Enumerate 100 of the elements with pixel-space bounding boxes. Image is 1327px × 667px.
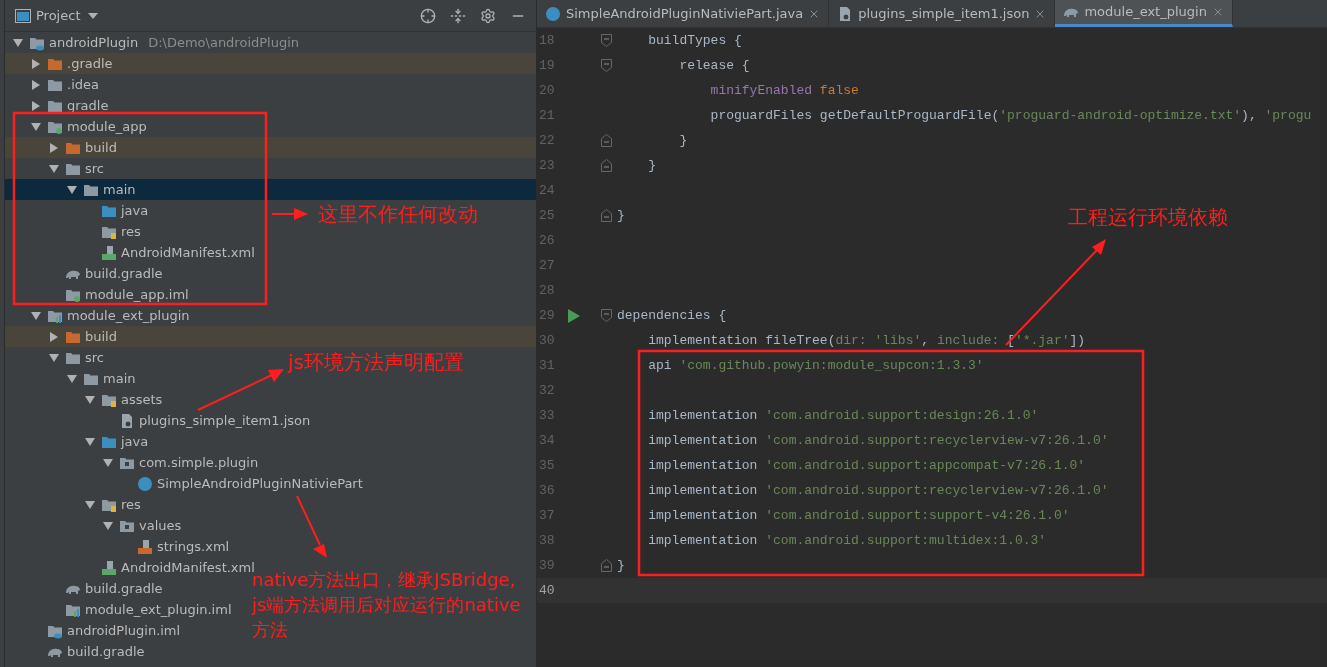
collapse-arrow-icon[interactable] [31,58,41,69]
line-number: 39 [538,556,556,575]
tree-item-label: values [139,516,182,535]
tree-item[interactable]: androidPlugin.iml [45,620,181,641]
tree-item[interactable]: build.gradle [63,578,163,599]
line-number: 18 [538,31,556,50]
line-number: 33 [538,406,556,425]
expand-arrow-icon[interactable] [103,457,113,468]
fold-marker-icon[interactable] [601,34,612,47]
line-number: 27 [538,256,556,275]
tree-item[interactable]: plugins_simple_item1.json [117,410,311,431]
manifest-file-icon [101,244,117,261]
tree-item[interactable]: values [117,515,182,536]
line-number: 37 [538,506,556,525]
tree-item[interactable]: .gradle [45,53,113,74]
tree-item[interactable]: res [99,494,141,515]
tree-item-label: res [121,222,141,241]
tree-item[interactable]: build [63,137,117,158]
line-number: 29 [538,306,556,325]
expand-arrow-icon[interactable] [49,163,59,174]
fold-marker-icon[interactable] [601,159,612,172]
expand-arrow-icon[interactable] [67,373,77,384]
tree-item-label: java [121,201,149,220]
tree-item[interactable]: gradle [45,95,109,116]
tree-item[interactable]: java [99,431,149,452]
line-number: 34 [538,431,556,450]
tree-item-label: module_ext_plugin.iml [85,600,232,619]
collapse-arrow-icon[interactable] [31,79,41,90]
expand-arrow-icon[interactable] [85,499,95,510]
tree-item-label: AndroidManifest.xml [121,243,255,262]
collapse-all-icon[interactable] [450,7,466,24]
line-number: 26 [538,231,556,250]
line-number: 40 [538,581,556,600]
fold-marker-icon[interactable] [601,209,612,222]
code-line: release { [678,56,750,75]
tree-item[interactable]: main [81,179,136,200]
fold-marker-icon[interactable] [601,134,612,147]
tree-item[interactable]: module_app [45,116,147,137]
tree-item[interactable]: src [63,347,104,368]
tree-item[interactable]: com.simple.plugin [117,452,259,473]
tree-item[interactable]: module_ext_plugin [45,305,190,326]
line-number: 38 [538,531,556,550]
expand-arrow-icon[interactable] [85,394,95,405]
expand-arrow-icon[interactable] [85,436,95,447]
tree-item[interactable]: build.gradle [63,263,163,284]
collapse-arrow-icon[interactable] [49,142,59,153]
tree-item[interactable]: module_app.iml [63,284,189,305]
code-line: implementation 'com.android.support:design:26.1.0' [647,406,1039,425]
line-number: 35 [538,456,556,475]
tree-item[interactable]: build.gradle [45,641,145,662]
collapse-arrow-icon[interactable] [31,100,41,111]
expand-arrow-icon[interactable] [67,184,77,195]
tree-item-label: AndroidManifest.xml [121,558,255,575]
code-line: buildTypes { [647,31,742,50]
window-icon [15,8,31,23]
tree-item[interactable]: AndroidManifest.xml [99,242,255,263]
tree-item[interactable]: res [99,221,141,242]
tree-item[interactable]: androidPlugin D:\Demo\androidPlugin [27,32,300,53]
tree-item[interactable]: main [81,368,136,389]
tree-item-label: module_app [67,117,147,136]
locate-icon[interactable] [420,7,436,24]
tree-item[interactable]: SimpleAndroidPluginNativiePart [135,473,363,494]
line-number: 36 [538,481,556,500]
tree-item-label: module_app.iml [85,285,189,304]
tree-item-label: main [103,369,136,388]
code-line: dependencies { [616,306,727,325]
tree-item-label: java [121,432,149,451]
settings-icon[interactable] [480,7,496,24]
editor-tab[interactable]: SimpleAndroidPluginNativiePart.java [537,0,830,27]
tree-item-label: androidPlugin.iml [67,621,181,640]
annotation-text: 工程运行环境依赖 [1068,204,1228,230]
line-number: 19 [538,56,556,75]
line-number: 32 [538,381,556,400]
fold-marker-icon[interactable] [601,309,612,322]
code-line: proguardFiles getDefaultProguardFile('proguard-android-optimize.txt'), 'progu [709,106,1312,125]
expand-arrow-icon[interactable] [49,352,59,363]
code-line: } [678,131,688,150]
xml-file-icon [137,538,153,555]
tree-item[interactable]: strings.xml [135,536,230,557]
run-icon[interactable] [568,308,580,323]
tree-item-label: SimpleAndroidPluginNativiePart [157,474,363,493]
expand-arrow-icon[interactable] [31,121,41,132]
panel-title[interactable]: Project [36,5,81,26]
tree-item[interactable]: module_ext_plugin.iml [63,599,232,620]
tree-item[interactable]: src [63,158,104,179]
fold-marker-icon[interactable] [601,559,612,572]
tree-item[interactable]: .idea [45,74,99,95]
expand-arrow-icon[interactable] [13,37,23,48]
tree-item[interactable]: assets [99,389,163,410]
tree-item-label: src [85,348,104,367]
caret-icon[interactable] [88,12,99,19]
tree-item[interactable]: build [63,326,117,347]
editor-tab[interactable]: module_ext_plugin [1055,0,1233,27]
expand-arrow-icon[interactable] [103,520,113,531]
annotation-arrow [271,208,308,220]
fold-marker-icon[interactable] [601,59,612,72]
tree-item[interactable]: java [99,200,149,221]
tree-item-label: gradle [67,96,109,115]
expand-arrow-icon[interactable] [31,310,41,321]
collapse-arrow-icon[interactable] [49,331,59,342]
